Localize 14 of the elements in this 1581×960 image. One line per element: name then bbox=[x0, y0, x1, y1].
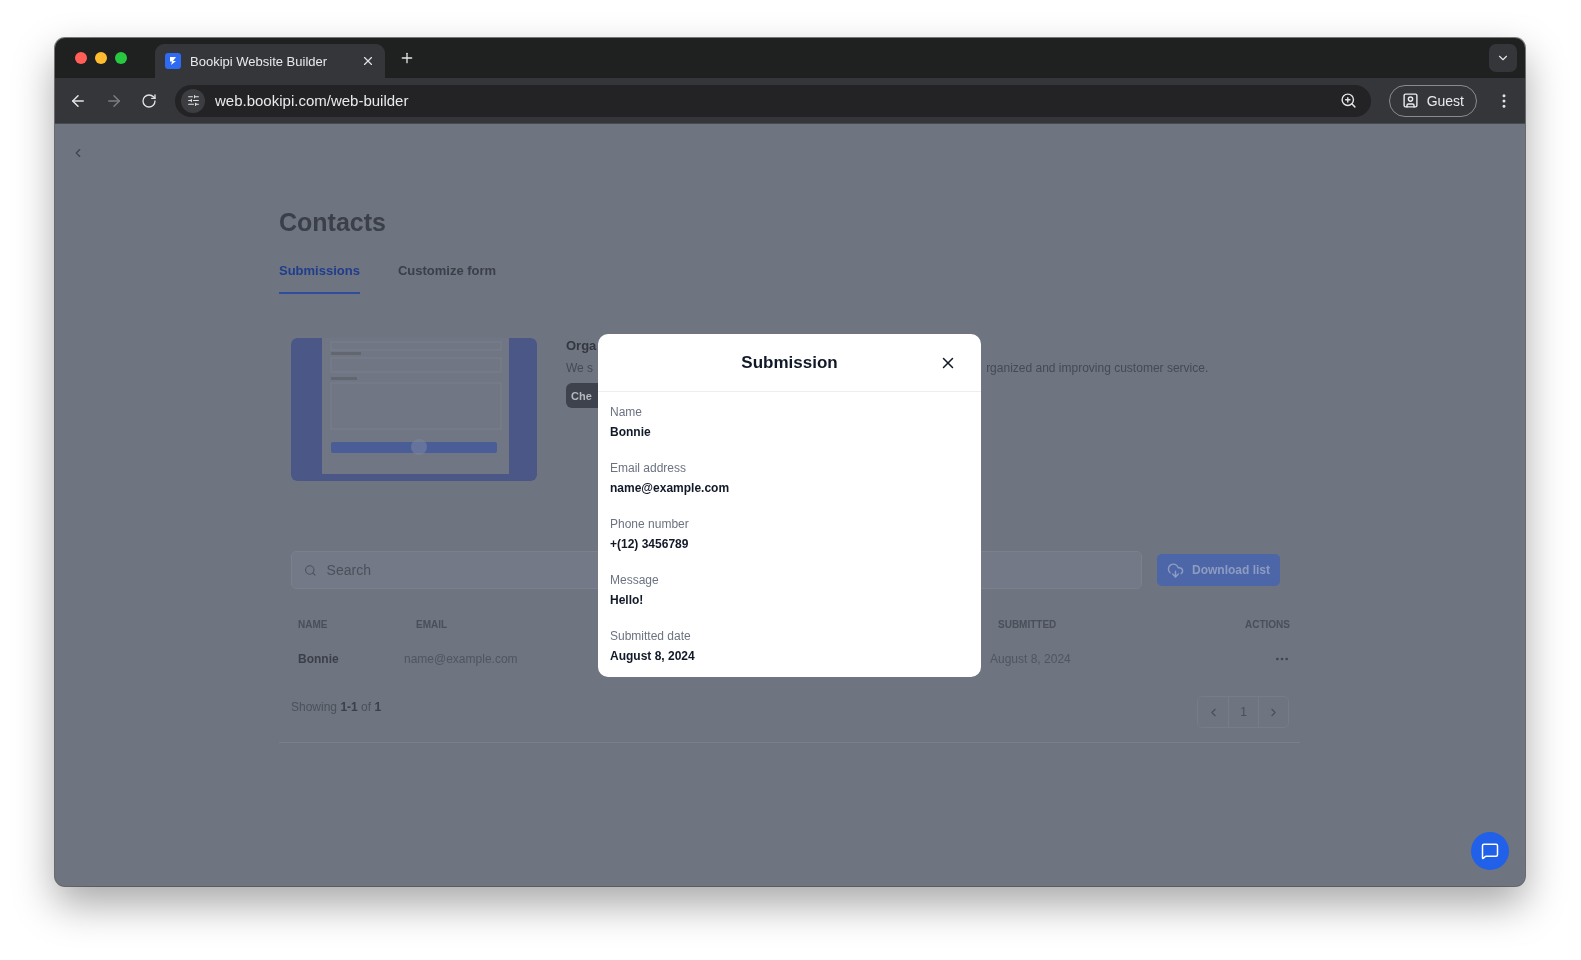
url-text: web.bookipi.com/web-builder bbox=[215, 92, 410, 109]
field-value: Bonnie bbox=[610, 425, 652, 439]
field-label: Name bbox=[610, 405, 643, 419]
field-value: August 8, 2024 bbox=[610, 649, 696, 663]
field-label: Message bbox=[610, 573, 660, 587]
field-label: Phone number bbox=[610, 517, 690, 531]
field-value: Hello! bbox=[610, 593, 645, 607]
field-label: Submitted date bbox=[610, 629, 692, 643]
intro-heading: Orga bbox=[566, 338, 598, 353]
field-value: name@example.com bbox=[610, 481, 731, 495]
tab-title: Bookipi Website Builder bbox=[190, 53, 329, 69]
field-value: +(12) 3456789 bbox=[610, 537, 690, 551]
field-label: Email address bbox=[610, 461, 688, 475]
dialog-title: Submission bbox=[741, 352, 838, 373]
